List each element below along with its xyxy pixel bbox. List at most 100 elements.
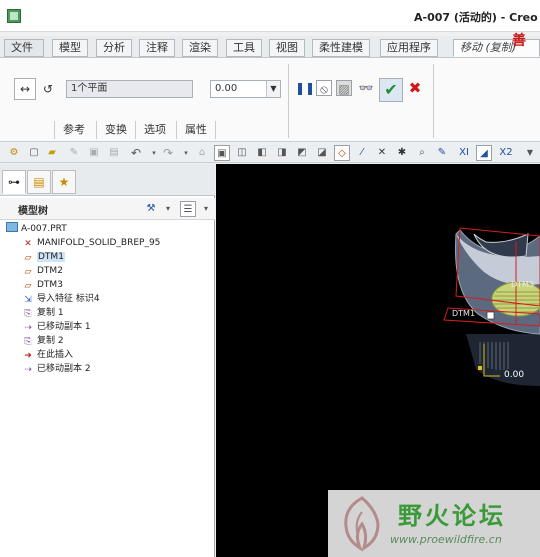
- tab-view[interactable]: 视图: [269, 39, 305, 57]
- chevron-down-icon[interactable]: ▼: [266, 81, 280, 97]
- undo-icon[interactable]: ↶: [128, 145, 144, 161]
- no-hidden-icon[interactable]: ◩: [294, 145, 310, 161]
- tree-node[interactable]: ✕ MANIFOLD_SOLID_BREP_95: [22, 236, 160, 250]
- tab-render[interactable]: 渲染: [182, 39, 218, 57]
- tree-node[interactable]: A-007.PRT: [6, 222, 67, 236]
- display-style-icon[interactable]: ◫: [234, 145, 250, 161]
- tab-analysis[interactable]: 分析: [96, 39, 132, 57]
- tree-node[interactable]: ▱ DTM1: [22, 250, 65, 264]
- glasses-icon[interactable]: 👓: [358, 80, 374, 96]
- navigator-tabs: ⊶ ▤ ★: [0, 164, 215, 196]
- copy-icon: ⎘: [24, 309, 32, 319]
- dimension-value[interactable]: 0.00: [504, 370, 524, 380]
- annotation-display-icon[interactable]: ✎: [434, 145, 450, 161]
- new-file-icon[interactable]: ▢: [26, 145, 42, 161]
- window-title: A-007 (活动的) - Creo F: [414, 11, 540, 24]
- subtab-transform[interactable]: 变换: [96, 121, 135, 139]
- flame-logo-icon: [344, 496, 380, 552]
- rotate-icon: ↺: [42, 82, 54, 96]
- subtab-properties[interactable]: 属性: [176, 121, 216, 139]
- forum-name: 野火论坛: [398, 502, 506, 530]
- edit-icon[interactable]: ✎: [66, 145, 82, 161]
- tab-file[interactable]: 文件 ▾: [4, 39, 44, 70]
- x2-icon[interactable]: X2: [498, 145, 514, 161]
- tree-icon: ⊶: [8, 175, 20, 189]
- distance-value-dropdown[interactable]: 0.00 ▼: [210, 80, 281, 98]
- favorites-tab[interactable]: ★: [52, 170, 76, 194]
- tree-node[interactable]: ⇢ 已移动副本 1: [22, 320, 90, 334]
- regenerate-icon[interactable]: ⚙: [6, 145, 22, 161]
- forum-url: www.proewildfire.cn: [390, 533, 502, 546]
- tab-move-copy[interactable]: 移动 (复制): [453, 39, 540, 57]
- csys-display-icon[interactable]: ✱: [394, 145, 410, 161]
- hidden-line-icon[interactable]: ◨: [274, 145, 290, 161]
- shading-icon[interactable]: ◧: [254, 145, 270, 161]
- model-tree-tab[interactable]: ⊶: [2, 170, 26, 194]
- app-icon: [7, 9, 21, 23]
- tab-tools[interactable]: 工具: [226, 39, 262, 57]
- tree-node[interactable]: ⎘ 复制 2: [22, 334, 63, 348]
- watermark-text: 善: [512, 33, 526, 49]
- tree-node[interactable]: ⎘ 复制 1: [22, 306, 63, 320]
- tree-header: 模型树 ⚒ ▾ ☰ ▾: [0, 198, 215, 220]
- tree-node[interactable]: ⇲ 导入特征 标识4: [22, 292, 99, 306]
- preview-icon[interactable]: ▨: [336, 80, 352, 96]
- translate-icon: ↔: [19, 82, 31, 96]
- datum-axis-display-icon[interactable]: ⁄: [354, 145, 370, 161]
- tab-flexible-modeling[interactable]: 柔性建模: [312, 39, 370, 57]
- moved-copy-icon: ⇢: [24, 365, 32, 375]
- tree-node[interactable]: ➜ 在此插入: [22, 348, 73, 362]
- move-ribbon-panel: ↔ ↺ 1个平面 0.00 ▼ ❚❚ ⦸ ▨ 👓 ✔ ✖ 参考 变换 选项 属性: [0, 58, 540, 142]
- tab-annotate[interactable]: 注释: [139, 39, 175, 57]
- tab-applications[interactable]: 应用程序: [380, 39, 438, 57]
- confirm-button[interactable]: ✔: [379, 78, 403, 102]
- favorites-icon: ★: [58, 175, 70, 189]
- ribbon-divider: [288, 64, 289, 138]
- wireframe-icon[interactable]: ◪: [314, 145, 330, 161]
- x1-icon[interactable]: XI: [456, 145, 472, 161]
- moved-copy-icon: ⇢: [24, 323, 32, 333]
- chevron-down-icon[interactable]: ▾: [160, 201, 176, 217]
- datum-plane-display-icon[interactable]: ◇: [334, 145, 350, 161]
- point-display-icon[interactable]: ✕: [374, 145, 390, 161]
- model-tree-panel: ⊶ ▤ ★ 模型树 ⚒ ▾ ☰ ▾ A-007.PRT ✕ MANIFOLD_SO…: [0, 164, 215, 557]
- tree-title: 模型树: [18, 206, 48, 217]
- graphics-toolbar: ⚙ ▢ ▰ ✎ ▣ ▤ ↶ ▾ ↷ ▾ ⌂ ▣ ◫ ◧ ◨ ◩ ◪ ◇ ⁄ ✕ …: [0, 143, 540, 163]
- tree-filter-icon[interactable]: ☰: [180, 201, 196, 217]
- tree-node[interactable]: ▱ DTM2: [22, 264, 63, 278]
- brush-icon[interactable]: ⌂: [194, 145, 210, 161]
- save-icon[interactable]: ▣: [86, 145, 102, 161]
- close-icon[interactable]: ✖: [407, 80, 423, 96]
- chevron-down-icon[interactable]: ▼: [522, 145, 538, 161]
- pause-icon[interactable]: ❚❚: [295, 80, 315, 96]
- sketch-view-icon[interactable]: ◢: [476, 145, 492, 161]
- tab-model[interactable]: 模型: [52, 39, 88, 57]
- refit-icon[interactable]: ▣: [214, 145, 230, 161]
- datum-label-dtm1: DTM1: [452, 309, 476, 318]
- part-lower-body: [466, 334, 540, 386]
- drag-handle[interactable]: [486, 311, 495, 320]
- print-icon[interactable]: ▤: [106, 145, 122, 161]
- chevron-down-icon[interactable]: ▾: [178, 145, 194, 161]
- no-preview-icon[interactable]: ⦸: [316, 80, 332, 96]
- translate-button[interactable]: ↔: [14, 78, 36, 100]
- part-icon: [6, 222, 18, 232]
- subtab-options[interactable]: 选项: [135, 121, 174, 139]
- zoom-icon[interactable]: ⌕: [414, 145, 430, 161]
- chevron-down-icon[interactable]: ▾: [198, 201, 214, 217]
- tree-node[interactable]: ▱ DTM3: [22, 278, 63, 292]
- folder-browser-tab[interactable]: ▤: [27, 170, 51, 194]
- tree-settings-icon[interactable]: ⚒: [143, 201, 159, 217]
- ribbon-tab-bar: 文件 ▾ 模型 分析 注释 渲染 工具 视图 柔性建模 应用程序 移动 (复制): [0, 36, 540, 70]
- open-folder-icon[interactable]: ▰: [44, 145, 60, 161]
- subtab-references[interactable]: 参考: [54, 121, 93, 139]
- tree-node[interactable]: ⇢ 已移动副本 2: [22, 362, 90, 376]
- checkmark-icon: ✔: [384, 80, 398, 99]
- datum-plane-icon: ▱: [24, 281, 32, 291]
- rotate-button[interactable]: ↺: [37, 78, 59, 100]
- folder-icon: ▤: [33, 175, 45, 189]
- ribbon-divider: [433, 64, 434, 138]
- forum-watermark: 野火论坛 www.proewildfire.cn: [328, 490, 540, 557]
- redo-icon[interactable]: ↷: [160, 145, 176, 161]
- reference-collector-field[interactable]: 1个平面: [66, 80, 193, 98]
